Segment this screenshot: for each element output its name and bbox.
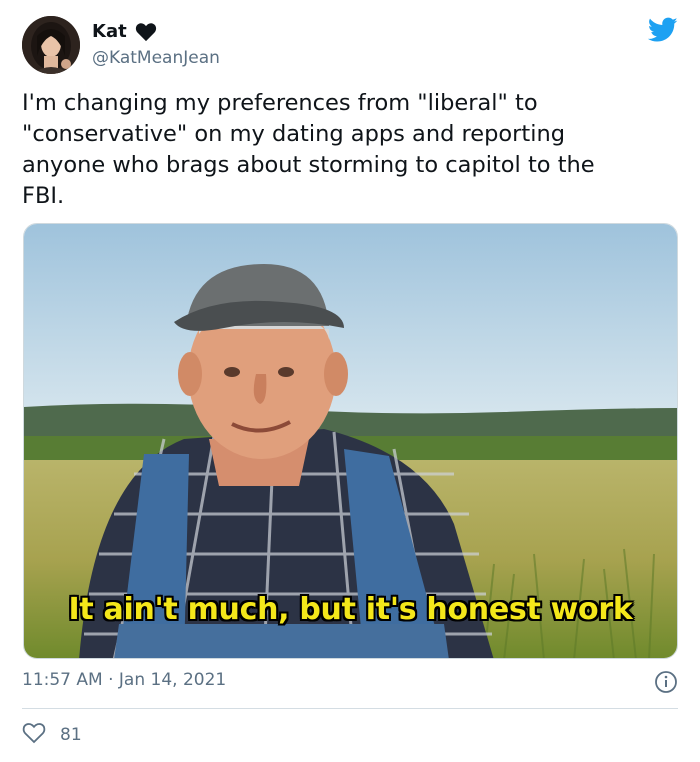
tweet-media-image[interactable]: It ain't much, but it's honest work bbox=[23, 223, 678, 659]
avatar[interactable] bbox=[22, 16, 80, 74]
heart-outline-icon bbox=[22, 722, 46, 748]
tweet-timestamp[interactable]: 11:57 AM · Jan 14, 2021 bbox=[22, 670, 226, 690]
info-icon[interactable] bbox=[654, 670, 678, 694]
like-count: 81 bbox=[60, 725, 82, 745]
divider bbox=[22, 708, 678, 709]
meme-caption: It ain't much, but it's honest work bbox=[68, 592, 633, 627]
heart-icon bbox=[135, 22, 157, 42]
like-button[interactable]: 81 bbox=[22, 722, 82, 748]
author-handle[interactable]: @KatMeanJean bbox=[92, 48, 220, 68]
twitter-bird-icon[interactable] bbox=[647, 17, 678, 43]
author-name[interactable]: Kat bbox=[92, 21, 127, 42]
author-name-row[interactable]: Kat bbox=[92, 21, 157, 42]
tweet-text: I'm changing my preferences from "libera… bbox=[22, 90, 595, 209]
